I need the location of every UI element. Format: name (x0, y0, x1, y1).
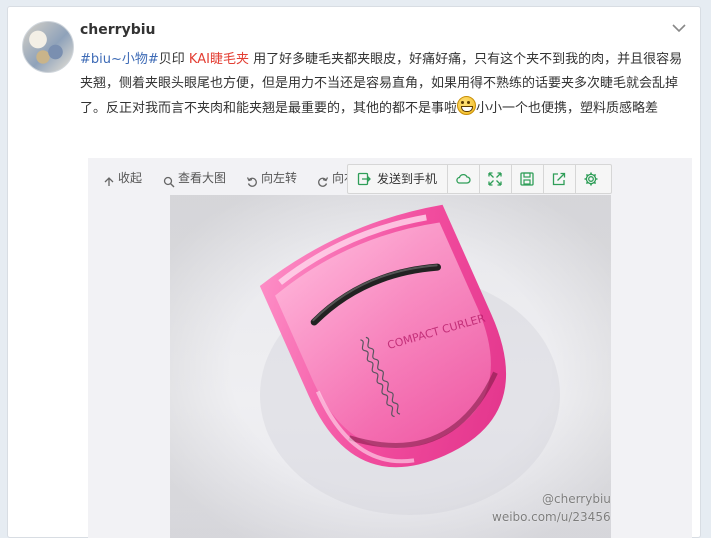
arrow-up-icon (104, 177, 114, 186)
phone-send-icon (357, 172, 371, 186)
rotate-left-button[interactable]: 向左转 (246, 169, 297, 189)
image-toolbar: 收起 查看大图 向左转 向右转 发送到手机 (88, 158, 692, 194)
share-button[interactable] (544, 165, 576, 193)
watermark-handle: @cherrybiu (542, 492, 611, 506)
watermark-url: weibo.com/u/2345695343 (492, 510, 611, 524)
collapse-label: 收起 (118, 171, 143, 185)
search-icon (163, 176, 175, 188)
share-icon (552, 172, 566, 186)
view-large-button[interactable]: 查看大图 (163, 169, 226, 189)
post-text: #biu~小物#贝印 KAI睫毛夹 用了好多睫毛夹都夹眼皮，好痛好痛，只有这个夹… (80, 48, 690, 121)
cloud-button[interactable] (448, 165, 480, 193)
collapse-button[interactable]: 收起 (103, 169, 142, 189)
expand-icon (488, 172, 502, 186)
settings-icon (584, 172, 598, 186)
grin-emoji-icon (457, 96, 477, 115)
weibo-post-card: cherrybiu #biu~小物#贝印 KAI睫毛夹 用了好多睫毛夹都夹眼皮，… (7, 6, 701, 538)
settings-button[interactable] (576, 165, 607, 193)
send-to-phone-button[interactable]: 发送到手机 (348, 165, 448, 193)
media-panel: 收起 查看大图 向左转 向右转 发送到手机 (88, 158, 692, 538)
product-link[interactable]: KAI睫毛夹 (189, 52, 249, 67)
cloud-icon (456, 173, 471, 184)
view-large-label: 查看大图 (178, 171, 227, 185)
rotate-right-label: 向右转 (332, 171, 347, 185)
post-photo[interactable]: COMPACT CURLER @cherrybiu weibo.com/u/23… (170, 195, 611, 538)
post-text-tail: 小小一个也便携，塑料质感略差 (476, 101, 659, 116)
fullscreen-button[interactable] (480, 165, 512, 193)
username[interactable]: cherrybiu (80, 22, 155, 38)
rotate-right-button[interactable]: 向右转 (317, 169, 347, 189)
rotate-right-icon (318, 177, 329, 187)
save-button[interactable] (512, 165, 544, 193)
topic-link[interactable]: #biu~小物# (80, 52, 159, 67)
save-icon (520, 172, 534, 186)
rotate-left-label: 向左转 (261, 171, 298, 185)
chevron-down-icon[interactable] (670, 19, 688, 37)
post-text-prefix: 贝印 (158, 52, 189, 67)
send-to-phone-label: 发送到手机 (377, 172, 438, 186)
eyelash-curler-illustration: COMPACT CURLER (170, 195, 611, 538)
float-action-bar: 发送到手机 (347, 164, 612, 194)
avatar[interactable] (22, 21, 74, 73)
rotate-left-icon (246, 177, 257, 187)
